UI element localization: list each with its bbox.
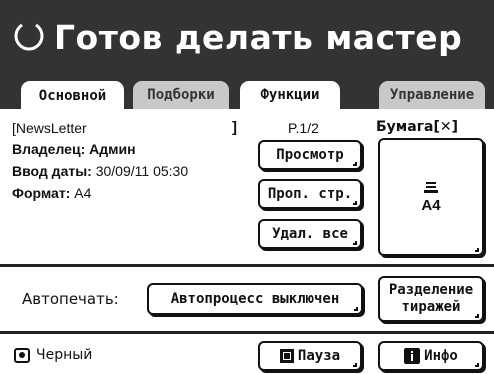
tab-management[interactable]: Управление	[379, 81, 485, 109]
tab-functions[interactable]: Функции	[240, 81, 340, 109]
corner-mark-icon	[354, 307, 358, 311]
auto-process-button-label: Автопроцесс выключен	[170, 291, 340, 307]
paper-size: A4	[421, 196, 441, 214]
owner-line: Владелец: Админ	[12, 141, 136, 157]
pause-button[interactable]: Пауза	[258, 341, 362, 371]
autoprint-label: Автопечать:	[22, 290, 119, 308]
format-line: Формат: A4	[12, 185, 91, 201]
tab-label: Управление	[389, 87, 475, 103]
date-line: Ввод даты: 30/09/11 05:30	[12, 163, 188, 179]
info-button-label: Инфо	[424, 348, 458, 364]
format-value: A4	[74, 185, 92, 201]
page-indicator: P.1/2	[288, 120, 319, 136]
tab-label: Основной	[38, 87, 107, 104]
square-icon	[279, 349, 294, 363]
status-title-row: Готов делать мастер	[12, 14, 462, 60]
divider	[0, 331, 494, 334]
corner-mark-icon	[353, 162, 357, 166]
corner-mark-icon	[475, 314, 479, 318]
info-button[interactable]: Инфо	[378, 341, 484, 371]
circle-arc-icon	[14, 23, 44, 51]
split-runs-button[interactable]: Разделение тиражей	[378, 276, 484, 322]
owner-value: Админ	[89, 141, 136, 157]
ink-color-label: Черный	[36, 347, 93, 363]
document-name-close: ]	[232, 119, 237, 136]
preview-button[interactable]: Просмотр	[258, 140, 362, 170]
date-label: Ввод даты:	[12, 163, 92, 179]
info-icon	[404, 348, 421, 364]
split-runs-label-line1: Разделение	[388, 282, 474, 298]
delete-all-button-label: Удал. все	[272, 226, 348, 242]
corner-mark-icon	[475, 248, 479, 252]
tab-label: Функции	[260, 87, 320, 103]
divider	[0, 264, 494, 267]
document-name: [NewsLetter	[12, 120, 87, 136]
corner-mark-icon	[353, 363, 357, 367]
paper-label: Бумага[✕]	[376, 119, 458, 135]
drum-icon	[14, 348, 30, 363]
drum-color-indicator: Черный	[12, 345, 92, 365]
status-title: Готов делать мастер	[54, 17, 463, 57]
page-properties-button-label: Проп. стр.	[267, 186, 353, 202]
delete-all-button[interactable]: Удал. все	[258, 219, 362, 249]
date-value: 30/09/11 05:30	[95, 163, 189, 179]
page-properties-button[interactable]: Проп. стр.	[258, 179, 362, 209]
format-label: Формат:	[12, 185, 71, 201]
paper-stack-icon	[424, 181, 438, 193]
preview-button-label: Просмотр	[276, 147, 344, 163]
owner-label: Владелец:	[12, 141, 86, 157]
corner-mark-icon	[353, 201, 357, 205]
corner-mark-icon	[353, 241, 357, 245]
tab-collections[interactable]: Подборки	[133, 81, 229, 109]
tab-label: Подборки	[147, 87, 215, 103]
split-runs-label-line2: тиражей	[401, 299, 461, 315]
pause-button-label: Пауза	[297, 348, 341, 364]
corner-mark-icon	[475, 363, 479, 367]
paper-button[interactable]: A4	[378, 138, 484, 256]
tab-main[interactable]: Основной	[21, 81, 124, 110]
main-panel: [NewsLetter ] Владелец: Админ Ввод даты:…	[0, 109, 494, 265]
auto-process-button[interactable]: Автопроцесс выключен	[147, 283, 363, 315]
